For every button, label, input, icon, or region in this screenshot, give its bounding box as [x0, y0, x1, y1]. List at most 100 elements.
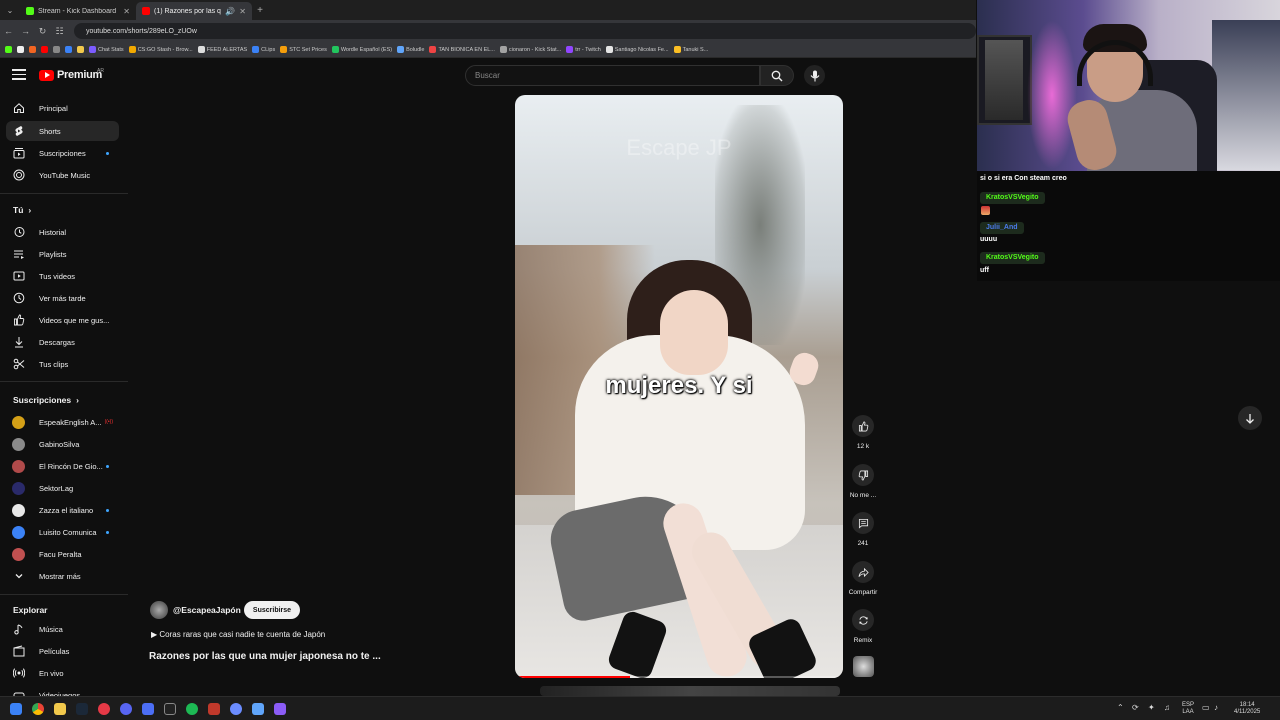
sidebar-item-principal[interactable]: Principal: [6, 98, 119, 118]
app-icon[interactable]: [230, 703, 242, 715]
microphone-icon: [810, 70, 819, 81]
keyboard-language[interactable]: ESP LAA: [1182, 702, 1194, 716]
spotify-icon[interactable]: [186, 703, 198, 715]
subscription-channel[interactable]: Facu Peralta: [6, 544, 119, 564]
subscribe-button[interactable]: Suscribirse: [244, 601, 300, 619]
file-explorer-icon[interactable]: [54, 703, 66, 715]
close-tab-icon[interactable]: ✕: [123, 7, 130, 16]
menu-icon[interactable]: [12, 69, 26, 81]
audio-icon[interactable]: 🔊: [225, 7, 235, 16]
voice-search-button[interactable]: [804, 65, 825, 86]
bookmark-item[interactable]: Wordle Español (ES): [331, 46, 392, 53]
volume-icon[interactable]: ♪: [1214, 703, 1218, 712]
tray-mic-icon[interactable]: ♫: [1164, 703, 1170, 712]
bookmark-item[interactable]: Tanuki S...: [673, 46, 708, 53]
shorts-video-player[interactable]: Escape JP mujeres. Y si: [515, 95, 843, 678]
sidebar-item-videos-que-me-gus[interactable]: Videos que me gus...: [6, 310, 119, 330]
bookmark-icon[interactable]: [5, 46, 12, 53]
sound-link[interactable]: ▶ Coras raras que casi nadie te cuenta d…: [151, 630, 325, 639]
bookmark-icon[interactable]: [29, 46, 36, 53]
show-more-button[interactable]: Mostrar más: [6, 566, 119, 586]
discord-icon[interactable]: [120, 703, 132, 715]
dislike-button[interactable]: No me ...: [842, 464, 884, 499]
like-button[interactable]: 12 k: [842, 415, 884, 450]
browser-tab-kick[interactable]: Stream - Kick Dashboard ✕: [20, 2, 136, 20]
app-icon[interactable]: [208, 703, 220, 715]
new-tab-button[interactable]: +: [252, 5, 268, 16]
sidebar-item-ver-más-tarde[interactable]: Ver más tarde: [6, 288, 119, 308]
sidebar-item-música[interactable]: Música: [6, 619, 119, 639]
sidebar-item-descargas[interactable]: Descargas: [6, 332, 119, 352]
app-icon[interactable]: [142, 703, 154, 715]
comments-button[interactable]: 241: [842, 512, 884, 547]
video-progress-bar[interactable]: [515, 676, 843, 678]
reload-icon[interactable]: ↻: [34, 26, 51, 37]
sidebar-item-historial[interactable]: Historial: [6, 222, 119, 242]
sidebar-item-películas[interactable]: Películas: [6, 641, 119, 661]
system-clock[interactable]: 18:14 4/11/2025: [1234, 702, 1260, 716]
subscription-channel[interactable]: EspeakEnglish A... ((•)): [6, 412, 119, 432]
chrome-icon[interactable]: [32, 703, 44, 715]
bookmark-icon[interactable]: [41, 46, 48, 53]
tray-chevron-up-icon[interactable]: ⌃: [1117, 703, 1124, 712]
network-icon[interactable]: ▭: [1202, 703, 1210, 712]
bookmark-item[interactable]: trr - Twitch: [566, 46, 601, 53]
sidebar-item-suscripciones[interactable]: Suscripciones: [6, 143, 119, 163]
bookmark-icon[interactable]: [17, 46, 24, 53]
app-icon[interactable]: [252, 703, 264, 715]
channel-avatar[interactable]: [150, 601, 168, 619]
bookmark-item[interactable]: FEED ALERTAS: [197, 46, 247, 53]
bookmark-item[interactable]: cionaron - Kick Stat...: [499, 46, 561, 53]
you-section-title[interactable]: Tú ›: [13, 205, 31, 215]
close-tab-icon[interactable]: ✕: [239, 7, 246, 16]
steam-icon[interactable]: [76, 703, 88, 715]
subscription-channel[interactable]: Zazza el italiano: [6, 500, 119, 520]
sidebar-item-shorts[interactable]: Shorts: [6, 121, 119, 141]
sidebar-item-en-vivo[interactable]: En vivo: [6, 663, 119, 683]
sound-channel-thumbnail[interactable]: [853, 656, 874, 677]
bookmark-item[interactable]: Chat Stats: [89, 46, 124, 53]
bookmark-item[interactable]: CLips: [252, 46, 275, 53]
forward-icon[interactable]: →: [17, 26, 34, 36]
next-short-button[interactable]: [1238, 406, 1262, 430]
subscription-channel[interactable]: El Rincón De Gio...: [6, 456, 119, 476]
sidebar-item-tus-videos[interactable]: Tus videos: [6, 266, 119, 286]
next-short-preview[interactable]: [540, 686, 840, 696]
bookmark-item[interactable]: Santiago Nicolas Fe...: [605, 46, 669, 53]
tab-search-icon[interactable]: ⌄: [0, 6, 20, 15]
windows-start-icon[interactable]: [10, 703, 22, 715]
short-title[interactable]: Razones por las que una mujer japonesa n…: [149, 651, 381, 662]
browser-tab-youtube[interactable]: (1) Razones por las que una 🔊 ✕: [136, 2, 252, 20]
tray-app-icon[interactable]: ✦: [1148, 703, 1155, 712]
subscription-channel[interactable]: Luisito Comunica: [6, 522, 119, 542]
your-videos-icon: [12, 269, 26, 283]
bookmark-icon[interactable]: [65, 46, 72, 53]
bookmark-item[interactable]: STC Set Prices: [280, 46, 327, 53]
bookmark-item[interactable]: Boludle: [397, 46, 424, 53]
bookmark-item[interactable]: TAN BIONICA EN EL...: [429, 46, 495, 53]
obs-icon[interactable]: [98, 703, 110, 715]
bookmark-item[interactable]: CS:GO Stash - Brow...: [128, 46, 193, 53]
subscriptions-section-title[interactable]: Suscripciones ›: [13, 395, 79, 405]
share-button[interactable]: Compartir: [842, 561, 884, 596]
channel-name[interactable]: @EscapeaJapón: [173, 605, 241, 615]
bookmark-icon[interactable]: [53, 46, 60, 53]
bookmark-icon[interactable]: [77, 46, 84, 53]
tray-app-icon[interactable]: ⟳: [1132, 703, 1139, 712]
explore-section-title: Explorar: [13, 605, 48, 615]
app-icon[interactable]: [274, 703, 286, 715]
back-icon[interactable]: ←: [0, 26, 17, 36]
subscription-channel[interactable]: GabinoSilva: [6, 434, 119, 454]
search-button[interactable]: [760, 65, 794, 86]
search-input[interactable]: Buscar: [465, 65, 760, 86]
site-info-icon[interactable]: ☷: [51, 26, 68, 37]
sidebar-item-playlists[interactable]: Playlists: [6, 244, 119, 264]
youtube-premium-logo[interactable]: Premium: [39, 69, 102, 81]
sidebar-item-tus-clips[interactable]: Tus clips: [6, 354, 119, 374]
remix-button[interactable]: Remix: [842, 609, 884, 644]
app-icon[interactable]: [164, 703, 176, 715]
subscription-channel[interactable]: SektorLag: [6, 478, 119, 498]
address-bar[interactable]: youtube.com/shorts/289eLO_zUOw: [74, 23, 976, 39]
sidebar-item-youtube-music[interactable]: YouTube Music: [6, 165, 119, 185]
sidebar-item-videojuegos[interactable]: Videojuegos: [6, 685, 119, 696]
